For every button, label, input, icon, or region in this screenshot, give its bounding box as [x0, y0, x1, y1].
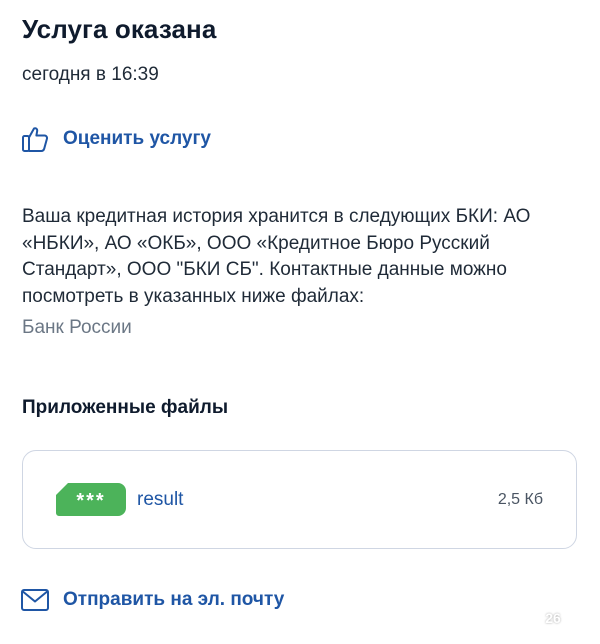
file-size: 2,5 Кб: [497, 491, 543, 508]
like-count: 26: [545, 610, 561, 626]
rate-service-label: Оценить услугу: [63, 128, 211, 149]
like-overlay[interactable]: 26: [530, 556, 576, 636]
message-text: Ваша кредитная история хранится в следую…: [22, 206, 531, 307]
page-title: Услуга оказана: [22, 14, 217, 44]
thumbs-up-icon: [20, 124, 50, 154]
envelope-icon: [20, 587, 50, 613]
file-type-badge: ***: [56, 483, 126, 516]
rate-service-button[interactable]: Оценить услугу: [20, 124, 211, 154]
timestamp: сегодня в 16:39: [22, 64, 159, 85]
send-email-button[interactable]: Отправить на эл. почту: [20, 587, 284, 613]
attachments-title: Приложенные файлы: [22, 397, 229, 418]
send-email-label: Отправить на эл. почту: [63, 589, 285, 610]
message-source: Банк России: [22, 317, 132, 338]
file-name: result: [137, 489, 184, 510]
file-card[interactable]: *** result 2,5 Кб: [22, 450, 577, 549]
heart-icon: [532, 557, 574, 594]
